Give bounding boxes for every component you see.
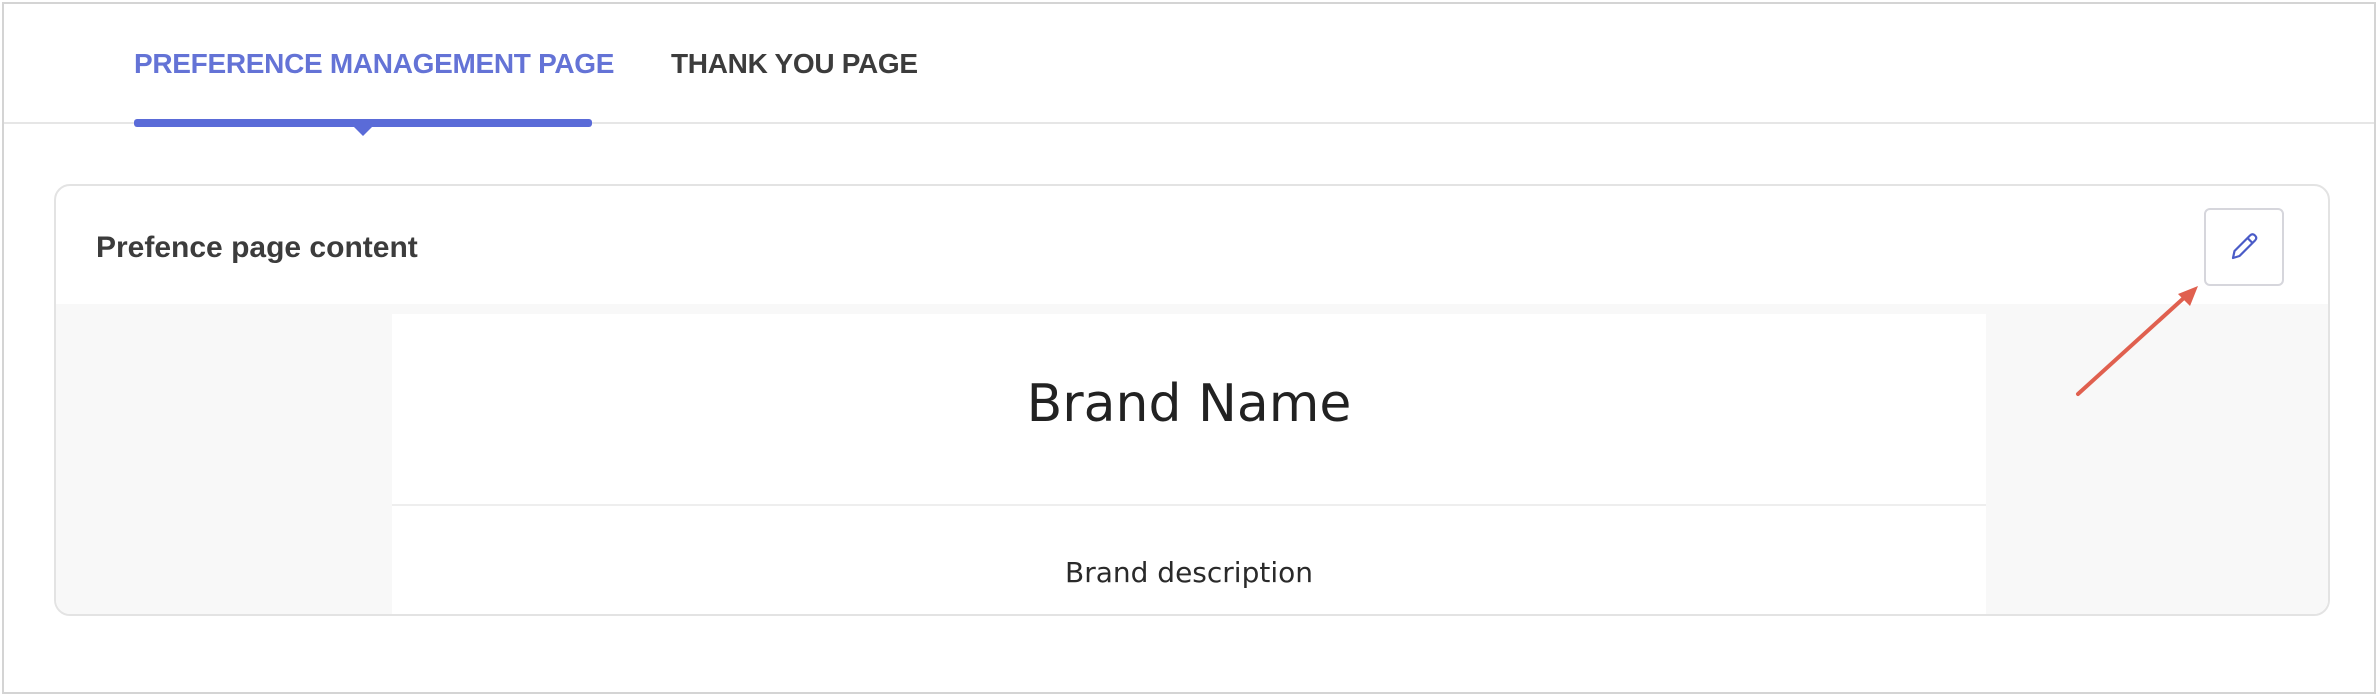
edit-button[interactable] [2204, 208, 2284, 286]
preference-content-card: Prefence page content Brand Name Brand d… [54, 184, 2330, 616]
pencil-icon [2224, 227, 2264, 267]
tab-bar: PREFERENCE MANAGEMENT PAGE THANK YOU PAG… [4, 4, 2374, 136]
brand-description: Brand description [1065, 556, 1313, 589]
arrow-icon [2076, 286, 2198, 396]
brand-name: Brand Name [1026, 374, 1352, 434]
card-title: Prefence page content [96, 231, 418, 264]
page-frame: PREFERENCE MANAGEMENT PAGE THANK YOU PAG… [2, 2, 2376, 694]
active-tab-caret [353, 126, 373, 136]
divider [392, 504, 1986, 506]
preview-sheet: Brand Name Brand description [392, 314, 1986, 614]
preview-area: Brand Name Brand description [56, 304, 2328, 614]
tab-preference-management[interactable]: PREFERENCE MANAGEMENT PAGE [134, 48, 614, 80]
tab-thank-you[interactable]: THANK YOU PAGE [671, 48, 918, 80]
